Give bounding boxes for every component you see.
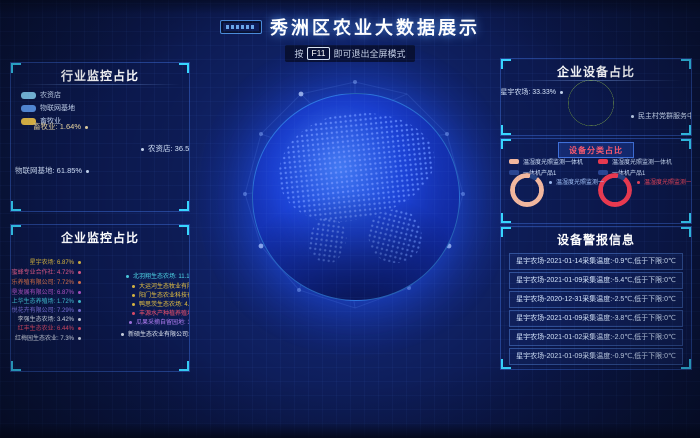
globe bbox=[252, 93, 460, 301]
legend-label: 物联网基地 bbox=[40, 103, 75, 113]
chart-label-left: 星宇农场: 33.33% bbox=[500, 87, 563, 97]
chart-label: 上华生态养殖场: 1.72% bbox=[12, 296, 81, 305]
chart-label: 丰源水产种植养殖场: 1. bbox=[132, 308, 190, 317]
chart-label-livestock: 畜牧业: 1.64% bbox=[33, 121, 88, 132]
enterprise-donut-chart[interactable] bbox=[85, 272, 127, 314]
alarm-row: 星宇农场-2021-01-09采集温度:-3.8℃,低于下限:0℃ bbox=[509, 310, 683, 327]
panel-device-alarms: 设备警报信息 星宇农场-2021-01-14采集温度:-0.9℃,低于下限:0℃… bbox=[500, 226, 692, 370]
chart-callout-right: 温湿度光照监测一 bbox=[637, 177, 692, 186]
alarm-row: 星宇农场-2021-01-09采集温度:-0.9℃,低于下限:0℃ bbox=[509, 348, 683, 365]
category-left-donut-chart[interactable] bbox=[510, 173, 544, 207]
legend-swatch bbox=[509, 159, 519, 164]
f11-key-icon: F11 bbox=[307, 47, 329, 60]
chart-label: 鸭思茨生态农场: 4.29 bbox=[132, 299, 190, 308]
device-donut-chart[interactable] bbox=[568, 80, 614, 126]
hint-suffix: 即可退出全屏模式 bbox=[334, 47, 406, 60]
chart-label: 星宇农场: 6.87% bbox=[30, 257, 81, 266]
chart-label: 大运河生态牧业有限责任公 bbox=[132, 281, 190, 290]
divider bbox=[19, 84, 181, 85]
alarm-row: 星宇农场-2021-01-02采集温度:-2.0℃,低于下限:0℃ bbox=[509, 329, 683, 346]
panel-title: 设备警报信息 bbox=[501, 231, 691, 248]
chart-label-iot: 物联网基地: 61.85% bbox=[15, 165, 89, 176]
legend-swatch bbox=[21, 92, 36, 99]
chart-label-right: 民主村党群服务中心 bbox=[631, 111, 692, 121]
title-row: 秀洲区农业大数据展示 bbox=[0, 14, 700, 40]
legend-label: 农资店 bbox=[40, 90, 61, 100]
chart-callout-left: 温湿度光照监测一 bbox=[549, 177, 604, 186]
dashboard: 秀洲区农业大数据展示 按 F11 即可退出全屏模式 行业监控占比 农资店 物联网… bbox=[0, 0, 700, 438]
header: 秀洲区农业大数据展示 按 F11 即可退出全屏模式 bbox=[0, 14, 700, 62]
alarm-row: 星宇农场-2021-01-14采集温度:-0.9℃,低于下限:0℃ bbox=[509, 253, 683, 270]
chart-label: 李强生态农场: 3.42% bbox=[18, 314, 81, 323]
panel-title: 行业监控占比 bbox=[11, 67, 189, 84]
logo-badge bbox=[220, 20, 262, 34]
panel-device-category: 设备分类占比 温湿度光照监测一体机 一体机产品1 温湿度光照监测一体机 一体机产… bbox=[500, 138, 692, 224]
legend-item[interactable]: 温湿度光照监测一体机 bbox=[509, 157, 583, 166]
chart-label: 家乐养殖有限公司: 7.72% bbox=[10, 277, 81, 286]
chart-label-store: 农资店: 36.51% bbox=[141, 143, 190, 154]
legend-label: 温湿度光照监测一体机 bbox=[523, 157, 583, 166]
legend-swatch bbox=[509, 170, 519, 175]
legend-item[interactable]: 农资店 bbox=[21, 90, 75, 100]
alarm-row: 星宇农场-2021-01-09采集温度:-5.4℃,低于下限:0℃ bbox=[509, 272, 683, 289]
panel-industry-monitor: 行业监控占比 农资店 物联网基地 畜牧业 畜牧业: 1.64% 农资店: 36.… bbox=[10, 62, 190, 212]
globe-shading bbox=[253, 94, 459, 300]
chart-label: 红丰生态农业: 6.44% bbox=[18, 323, 81, 332]
hint-prefix: 按 bbox=[294, 47, 303, 60]
page-title: 秀洲区农业大数据展示 bbox=[270, 14, 480, 40]
chart-label: 瓜果采摘自留园地: 15.02% bbox=[129, 317, 190, 326]
alarm-row: 星宇农场-2020-12-31采集温度:-2.5℃,低于下限:0℃ bbox=[509, 291, 683, 308]
chart-label: 中悦花卉有限公司: 7.29% bbox=[10, 305, 81, 314]
legend-item[interactable]: 物联网基地 bbox=[21, 103, 75, 113]
legend-item[interactable]: 温湿度光照监测一体机 bbox=[598, 157, 672, 166]
legend-swatch bbox=[21, 105, 36, 112]
chart-label: 新硕生态农业有限公司: 6.87% bbox=[121, 329, 190, 338]
fullscreen-hint: 按 F11 即可退出全屏模式 bbox=[285, 45, 414, 62]
chart-label: 围垦发展有限公司: 6.87% bbox=[10, 287, 81, 296]
legend-label: 温湿度光照监测一体机 bbox=[612, 157, 672, 166]
panel-device-ratio: 企业设备占比 星宇农场: 33.33% 民主村党群服务中心 bbox=[500, 58, 692, 136]
chart-label: 红梅园生态农业: 7.3% bbox=[15, 333, 81, 342]
chart-label: 彩蝶蜜蜂专业合作社: 4.72% bbox=[10, 267, 81, 276]
panel-title-badge: 设备分类占比 bbox=[558, 142, 634, 158]
legend-swatch bbox=[598, 159, 608, 164]
industry-donut-chart[interactable] bbox=[78, 135, 130, 187]
panel-title: 企业设备占比 bbox=[501, 63, 691, 80]
chart-label: 阳门生态农业科技有限公司 bbox=[132, 290, 190, 299]
panel-title: 企业监控占比 bbox=[11, 229, 189, 246]
chart-label: 北羽翔生态农场: 11.16% bbox=[126, 271, 190, 280]
panel-enterprise-monitor: 企业监控占比 星宇农场: 6.87% 彩蝶蜜蜂专业合作社: 4.72% 家乐养殖… bbox=[10, 224, 190, 372]
